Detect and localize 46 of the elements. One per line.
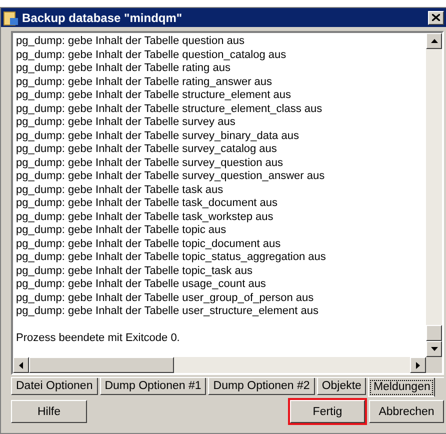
horizontal-scrollbar[interactable] (13, 357, 426, 373)
log-line: pg_dump: gebe Inhalt der Tabelle structure_element_class aus (16, 102, 324, 116)
log-line: pg_dump: gebe Inhalt der Tabelle topic_document aus (16, 238, 282, 251)
log-line: pg_dump: gebe Inhalt der Tabelle survey_catalog aus (16, 143, 278, 156)
log-line: pg_dump: gebe Inhalt der Tabelle topic_task aus (16, 264, 254, 278)
log-line: pg_dump: gebe Inhalt der Tabelle question aus (16, 35, 246, 48)
tab[interactable]: Dump Optionen #2 (208, 378, 315, 395)
left-arrow-icon (19, 362, 23, 368)
log-line: pg_dump: gebe Inhalt der Tabelle user_structure_element aus (16, 305, 320, 318)
scroll-thumb[interactable] (29, 357, 174, 373)
highlighted-button[interactable]: Fertig (290, 400, 365, 423)
right-arrow-icon (416, 362, 420, 368)
log-line: pg_dump: gebe Inhalt der Tabelle topic_status_aggregation aus (16, 251, 327, 264)
log-line: pg_dump: gebe Inhalt der Tabelle survey_question_answer aus (16, 170, 326, 184)
log-line: pg_dump: gebe Inhalt der Tabelle question_catalog aus (16, 48, 288, 62)
log-line: pg_dump: gebe Inhalt der Tabelle survey_question aus (16, 156, 284, 170)
vertical-scrollbar[interactable] (426, 33, 442, 357)
tab[interactable]: Objekte (316, 378, 366, 395)
scroll-right-button[interactable] (410, 357, 426, 373)
tab[interactable]: Datei Optionen (11, 378, 98, 395)
close-button[interactable] (428, 10, 444, 24)
log-line: pg_dump: gebe Inhalt der Tabelle user_group_of_person aus (16, 292, 315, 305)
log-line: pg_dump: gebe Inhalt der Tabelle topic aus (16, 224, 228, 238)
up-arrow-icon (430, 39, 438, 43)
log-line: pg_dump: gebe Inhalt der Tabelle usage_count aus (16, 278, 267, 292)
log-line: Prozess beendete mit Exitcode 0. (16, 332, 181, 346)
scroll-left-button[interactable] (13, 357, 29, 373)
log-line: pg_dump: gebe Inhalt der Tabelle rating aus (16, 62, 232, 76)
log-line: pg_dump: gebe Inhalt der Tabelle survey_binary_data aus (16, 130, 300, 143)
dialog-button[interactable]: Hilfe (11, 400, 87, 423)
log-line: pg_dump: gebe Inhalt der Tabelle rating_answer aus (16, 76, 274, 89)
scrollbar-corner (426, 357, 442, 373)
log-line: pg_dump: gebe Inhalt der Tabelle task_workstep aus (16, 210, 274, 224)
down-arrow-icon (430, 347, 438, 351)
tab[interactable]: Meldungen (368, 378, 436, 397)
scroll-up-button[interactable] (426, 33, 442, 49)
dialog-button[interactable]: Abbrechen (369, 400, 444, 423)
log-line: pg_dump: gebe Inhalt der Tabelle task aus (16, 184, 224, 197)
window-title: Backup database "mindqm" (22, 10, 184, 24)
log-line: pg_dump: gebe Inhalt der Tabelle survey aus (16, 116, 236, 130)
scroll-thumb[interactable] (426, 325, 442, 341)
log-line: pg_dump: gebe Inhalt der Tabelle structure_element aus (16, 89, 292, 102)
log-line: pg_dump: gebe Inhalt der Tabelle task_document aus (16, 197, 279, 210)
close-icon (432, 14, 440, 21)
tab[interactable]: Dump Optionen #1 (100, 378, 206, 395)
scroll-down-button[interactable] (426, 341, 442, 357)
